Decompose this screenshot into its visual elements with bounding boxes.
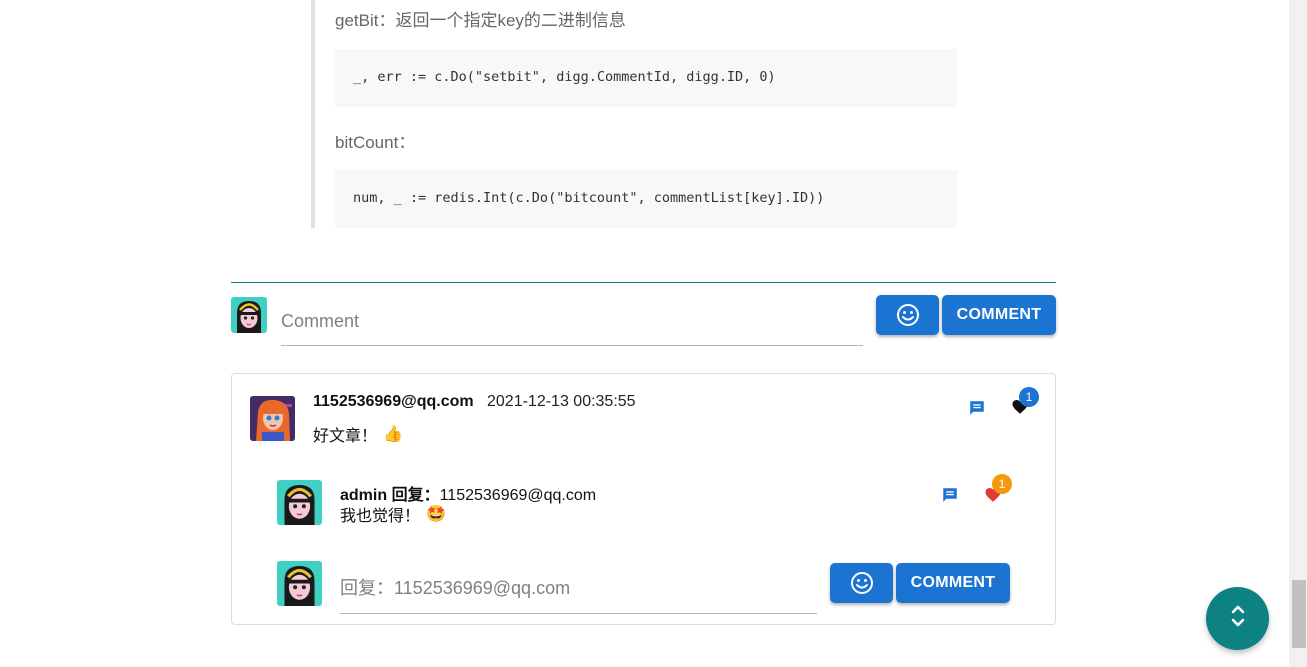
comment-submit-button[interactable]: COMMENT [942, 295, 1056, 335]
reply-input-avatar [277, 561, 322, 606]
reply-reply-button[interactable] [939, 486, 961, 508]
section-divider [231, 282, 1056, 283]
unfold-icon [1228, 602, 1248, 635]
current-user-avatar [231, 297, 267, 333]
reply-text: 我也觉得！ 🤩 [340, 504, 446, 525]
smile-icon [896, 303, 920, 327]
scrollbar-thumb[interactable] [1292, 580, 1306, 648]
paragraph-bitcount: bitCount： [335, 133, 416, 152]
thumbs-up-emoji: 👍 [383, 426, 403, 443]
comment-text: 好文章！ 👍 [313, 424, 403, 445]
reply-emoji-button[interactable] [830, 563, 893, 603]
reply-target[interactable]: 1152536969@qq.com [440, 487, 597, 504]
reply-like-count-badge: 1 [992, 474, 1012, 494]
code-block-setbit: _, err := c.Do("setbit", digg.CommentId,… [335, 49, 957, 107]
reply-button[interactable] [966, 399, 988, 421]
comment-icon [968, 399, 986, 422]
comment-body: 好文章！ [313, 428, 378, 445]
comment-username[interactable]: 1152536969@qq.com [313, 393, 474, 411]
smile-icon [850, 571, 874, 595]
page-scrollbar[interactable] [1289, 0, 1307, 667]
reply-submit-button[interactable]: COMMENT [896, 563, 1010, 603]
commenter-avatar [250, 396, 295, 441]
reply-body: 我也觉得！ [340, 508, 421, 525]
like-count-badge: 1 [1019, 387, 1039, 407]
comment-input[interactable] [281, 297, 863, 346]
reply-input[interactable] [340, 564, 817, 614]
reply-author-avatar [277, 480, 322, 525]
code-block-bitcount: num, _ := redis.Int(c.Do("bitcount", com… [335, 170, 957, 228]
comment-timestamp: 2021-12-13 00:35:55 [487, 393, 636, 410]
scroll-toggle-button[interactable] [1206, 587, 1269, 650]
comment-icon [941, 486, 959, 509]
star-eyes-emoji: 🤩 [426, 506, 446, 523]
emoji-button[interactable] [876, 295, 939, 335]
paragraph-getbit: getBit：返回一个指定key的二进制信息 [335, 11, 626, 30]
